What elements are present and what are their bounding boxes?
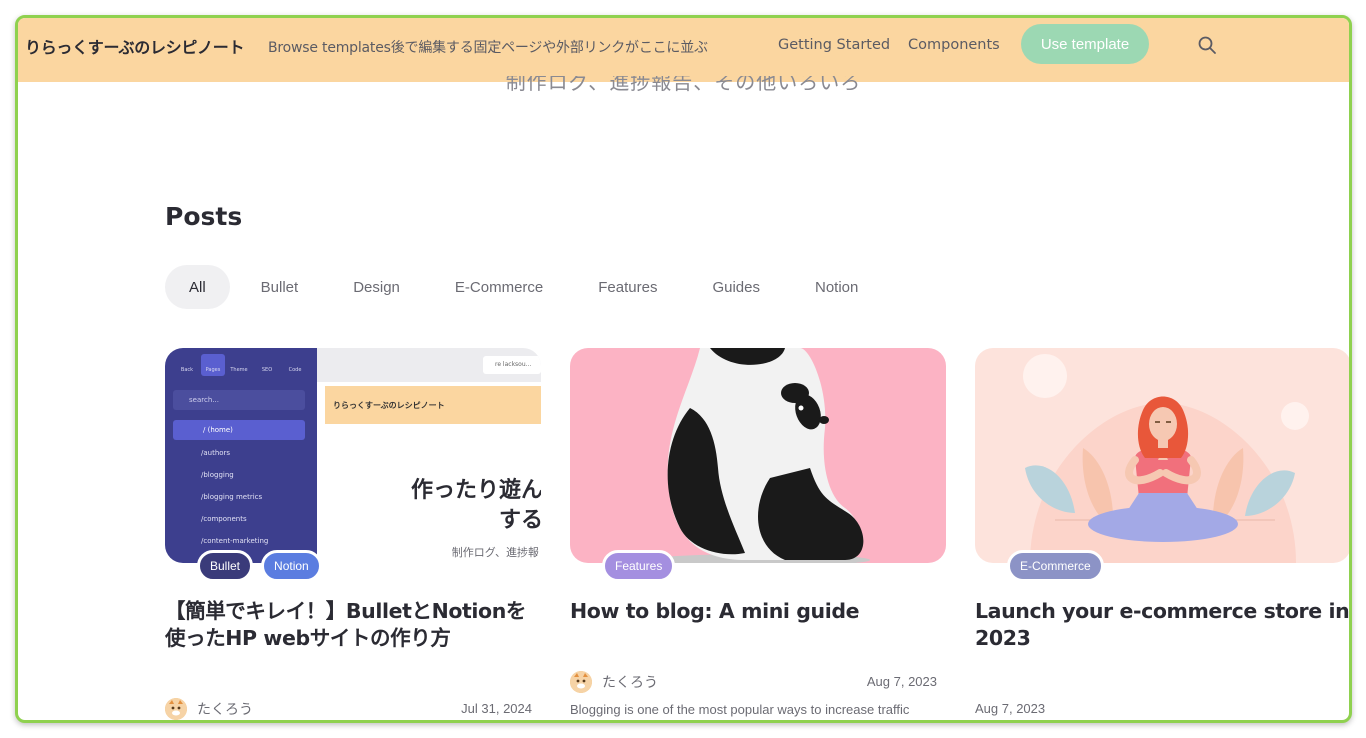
use-template-button[interactable]: Use template bbox=[1021, 24, 1149, 64]
editor-page-item: /blogging bbox=[201, 471, 234, 479]
editor-page-item: /content-marketing bbox=[201, 537, 269, 545]
filter-bullet[interactable]: Bullet bbox=[237, 265, 323, 309]
post-title[interactable]: Launch your e-commerce store in 2023 bbox=[975, 598, 1349, 652]
post-author[interactable]: たくろう bbox=[570, 671, 658, 693]
post-tags: Bullet Notion bbox=[197, 550, 330, 582]
filter-e-commerce[interactable]: E-Commerce bbox=[431, 265, 567, 309]
author-avatar bbox=[570, 671, 592, 693]
nav-components[interactable]: Components bbox=[908, 37, 1000, 53]
nav-browse-templates[interactable]: Browse templates後で編集する固定ページや外部リンクがここに並ぶ bbox=[268, 37, 708, 57]
post-card[interactable]: Features How to blog: A mini guide たくろう … bbox=[570, 348, 946, 717]
filter-guides[interactable]: Guides bbox=[688, 265, 784, 309]
editor-page-item: /components bbox=[201, 515, 247, 523]
search-icon[interactable] bbox=[1196, 34, 1218, 56]
filter-features[interactable]: Features bbox=[574, 265, 681, 309]
browser-frame: りらっくすーぶのレシピノート Browse templates後で編集する固定ペ… bbox=[15, 15, 1352, 723]
editor-home-item: / (home) bbox=[173, 420, 305, 440]
editor-preview: re lacksou... りらっくすーぶのレシピノート 作ったり遊ん する 制… bbox=[317, 348, 541, 563]
post-filter-tabs: All Bullet Design E-Commerce Features Gu… bbox=[165, 265, 889, 309]
tag-bullet[interactable]: Bullet bbox=[197, 550, 254, 582]
post-date: Jul 31, 2024 bbox=[461, 701, 532, 716]
tag-notion[interactable]: Notion bbox=[261, 550, 322, 582]
post-title[interactable]: How to blog: A mini guide bbox=[570, 598, 946, 625]
post-card[interactable]: Back Pages Theme SEO Code search... / (h… bbox=[165, 348, 541, 720]
post-thumbnail[interactable]: Back Pages Theme SEO Code search... / (h… bbox=[165, 348, 541, 563]
yoga-illustration bbox=[1023, 354, 1309, 563]
posts-heading: Posts bbox=[165, 202, 243, 231]
post-author[interactable]: たくろう bbox=[165, 698, 253, 720]
post-tags: E-Commerce bbox=[1007, 550, 1112, 582]
preview-subline: 制作ログ、進捗報 bbox=[451, 546, 539, 559]
post-thumbnail[interactable] bbox=[975, 348, 1349, 563]
post-date: Aug 7, 2023 bbox=[866, 674, 937, 689]
site-header: りらっくすーぶのレシピノート Browse templates後で編集する固定ペ… bbox=[18, 18, 1349, 82]
editor-sidebar: Back Pages Theme SEO Code search... / (h… bbox=[165, 348, 317, 563]
site-tagline: 制作ログ、進捗報告、その他いろいろ bbox=[505, 76, 862, 94]
filter-all[interactable]: All bbox=[165, 265, 230, 309]
tag-e-commerce[interactable]: E-Commerce bbox=[1007, 550, 1104, 582]
filter-notion[interactable]: Notion bbox=[791, 265, 882, 309]
post-date: Aug 7, 2023 bbox=[975, 701, 1046, 716]
post-thumbnail[interactable] bbox=[570, 348, 946, 563]
panda-illustration bbox=[650, 348, 870, 563]
post-card[interactable]: E-Commerce Launch your e-commerce store … bbox=[975, 348, 1349, 716]
site-title[interactable]: りらっくすーぶのレシピノート bbox=[25, 34, 244, 58]
editor-page-item: /blogging metrics bbox=[201, 493, 263, 501]
tag-features[interactable]: Features bbox=[602, 550, 676, 582]
nav-getting-started[interactable]: Getting Started bbox=[778, 37, 890, 53]
editor-toolbar: re lacksou... bbox=[317, 348, 541, 382]
author-avatar bbox=[165, 698, 187, 720]
post-excerpt: Blogging is one of the most popular ways… bbox=[570, 702, 910, 717]
post-title[interactable]: 【簡単でキレイ！】BulletとNotionを使ったHP webサイトの作り方 bbox=[165, 598, 541, 652]
editor-search-field: search... bbox=[173, 390, 305, 410]
preview-headline: 作ったり遊ん する bbox=[410, 478, 541, 533]
post-tags: Features bbox=[602, 550, 683, 582]
editor-page-item: /authors bbox=[201, 449, 231, 457]
filter-design[interactable]: Design bbox=[329, 265, 424, 309]
preview-header-bar: りらっくすーぶのレシピノート bbox=[325, 386, 541, 424]
